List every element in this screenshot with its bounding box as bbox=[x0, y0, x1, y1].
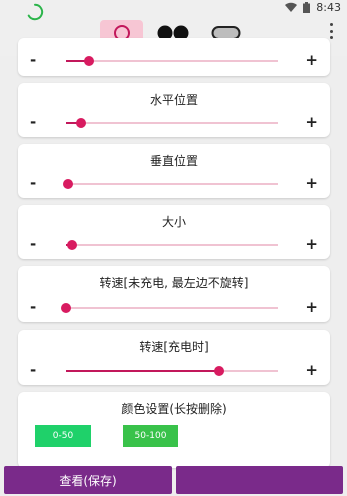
decrease-button[interactable]: - bbox=[30, 53, 36, 68]
decrease-button[interactable]: - bbox=[30, 363, 36, 378]
slider-fill bbox=[66, 370, 219, 372]
status-bar: 8:43 bbox=[285, 0, 341, 14]
swatch-label: 0-50 bbox=[52, 431, 74, 441]
slider-card-speed-charging: 转速[充电时] - + bbox=[18, 330, 330, 385]
slider-title: 转速[未充电, 最左边不旋转] bbox=[99, 276, 249, 290]
secondary-bottom-button[interactable] bbox=[176, 466, 343, 494]
view-save-label: 查看(保存) bbox=[59, 473, 117, 488]
slider-thumb[interactable] bbox=[63, 179, 74, 189]
slider-card-size: 大小 - + bbox=[18, 205, 330, 259]
slider-thumb[interactable] bbox=[67, 240, 78, 250]
loading-spinner-icon bbox=[27, 3, 44, 21]
decrease-button[interactable]: - bbox=[30, 115, 36, 130]
increase-button[interactable]: + bbox=[305, 363, 318, 378]
slider-thumb[interactable] bbox=[84, 56, 95, 66]
slider-track[interactable] bbox=[66, 366, 278, 376]
slider-card-top: - + bbox=[18, 38, 330, 76]
slider-track[interactable] bbox=[61, 303, 278, 313]
slider-card-vertical-position: 垂直位置 - + bbox=[18, 144, 330, 198]
slider-track[interactable] bbox=[63, 179, 278, 189]
increase-button[interactable]: + bbox=[305, 115, 318, 130]
slider-thumb[interactable] bbox=[213, 366, 224, 376]
view-save-button[interactable]: 查看(保存) bbox=[4, 466, 172, 494]
color-settings-title: 颜色设置(长按删除) bbox=[121, 402, 227, 416]
slider-title: 大小 bbox=[161, 215, 186, 229]
color-swatch-0-50[interactable]: 0-50 bbox=[35, 425, 91, 447]
slider-card-horizontal-position: 水平位置 - + bbox=[18, 83, 330, 137]
overflow-menu-icon[interactable] bbox=[328, 23, 334, 39]
slider-track[interactable] bbox=[66, 240, 278, 250]
swatch-label: 50-100 bbox=[134, 431, 167, 441]
battery-icon bbox=[303, 1, 311, 13]
color-settings-card: 颜色设置(长按删除) 0-50 50-100 bbox=[18, 392, 330, 468]
slider-track[interactable] bbox=[66, 118, 278, 128]
slider-card-speed-uncharged: 转速[未充电, 最左边不旋转] - + bbox=[18, 266, 330, 322]
increase-button[interactable]: + bbox=[305, 237, 318, 252]
slider-title: 水平位置 bbox=[149, 93, 198, 107]
slider-track[interactable] bbox=[66, 56, 278, 66]
slider-title: 垂直位置 bbox=[149, 154, 198, 168]
slider-thumb[interactable] bbox=[61, 303, 71, 313]
status-time: 8:43 bbox=[316, 0, 341, 14]
slider-thumb[interactable] bbox=[75, 118, 86, 128]
wifi-icon bbox=[285, 2, 298, 12]
decrease-button[interactable]: - bbox=[30, 237, 36, 252]
increase-button[interactable]: + bbox=[305, 53, 318, 68]
decrease-button[interactable]: - bbox=[30, 300, 36, 315]
increase-button[interactable]: + bbox=[305, 176, 318, 191]
decrease-button[interactable]: - bbox=[30, 176, 36, 191]
slider-title: 转速[充电时] bbox=[139, 340, 209, 354]
color-swatch-50-100[interactable]: 50-100 bbox=[123, 425, 178, 447]
increase-button[interactable]: + bbox=[305, 300, 318, 315]
